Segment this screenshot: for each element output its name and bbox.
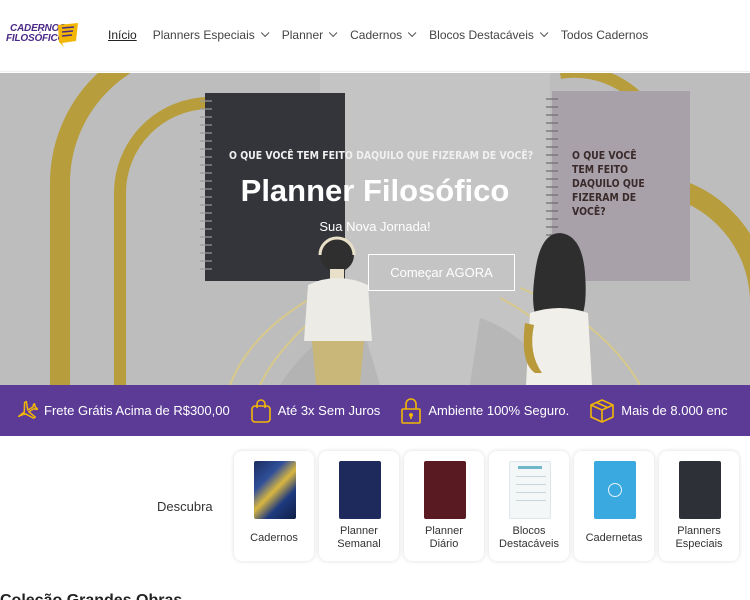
category-thumbnail [254,461,296,519]
logo[interactable]: CADERNOS FILOSÓFICOS [6,20,78,52]
notebook-left-text: O QUE VOCÊ TEM FEITO DAQUILO QUE FIZERAM… [229,149,534,162]
category-card-planner-semanal[interactable]: Planner Semanal [319,451,399,561]
main-nav: Início Planners Especiais Planner Cadern… [108,28,664,42]
book-icon [58,23,78,47]
benefit-installments: Até 3x Sem Juros [250,398,381,424]
category-carousel: Cadernos Planner Semanal Planner Diário Bl… [234,451,744,561]
category-card-planners-especiais[interactable]: Planners Especiais [659,451,739,561]
benefit-orders: Mais de 8.000 enc [589,398,727,424]
category-thumbnail [594,461,636,519]
chevron-down-icon [408,28,417,38]
category-label: Planner Semanal [337,525,381,550]
nav-item-planners-especiais[interactable]: Planners Especiais [153,28,270,42]
discover-label: Descubra [157,499,213,514]
benefits-strip: Frete Grátis Acima de R$300,00 Até 3x Se… [0,385,750,436]
category-label: Cadernos [250,532,298,544]
nav-item-cadernos[interactable]: Cadernos [350,28,417,42]
category-thumbnail [509,461,551,519]
benefit-free-shipping: Frete Grátis Acima de R$300,00 [14,399,230,423]
category-thumbnail [339,461,381,519]
box-icon [590,398,615,423]
shopping-bag-icon [250,398,271,423]
category-label: Planners Especiais [675,525,723,550]
section-heading: Coleção Grandes Obras [0,592,182,600]
benefit-text: Até 3x Sem Juros [277,403,381,418]
chevron-down-icon [260,28,270,38]
hero-title: Planner Filosófico [240,173,510,208]
nav-item-todos-cadernos[interactable]: Todos Cadernos [561,28,648,42]
category-thumbnail [424,461,466,519]
benefit-text: Mais de 8.000 enc [621,403,728,418]
benefit-secure: Ambiente 100% Seguro. [400,397,569,425]
hero-cta-button[interactable]: Começar AGORA [368,254,515,291]
category-card-cadernos[interactable]: Cadernos [234,451,314,561]
hero-subtitle: Sua Nova Jornada! [319,219,431,234]
nav-item-planner[interactable]: Planner [282,28,338,42]
benefit-text: Frete Grátis Acima de R$300,00 [44,403,230,418]
chevron-down-icon [329,28,338,38]
category-label: Planner Diário [425,525,463,550]
category-label: Cadernetas [585,532,643,544]
category-label: Blocos Destacáveis [499,525,559,550]
site-header: CADERNOS FILOSÓFICOS Início Planners Esp… [0,0,750,72]
padlock-icon [401,397,422,424]
category-card-planner-diario[interactable]: Planner Diário [404,451,484,561]
category-thumbnail [679,461,721,519]
airplane-icon [17,400,38,419]
chevron-down-icon [539,28,549,38]
category-card-blocos-destacaveis[interactable]: Blocos Destacáveis [489,451,569,561]
nav-item-blocos-destacaveis[interactable]: Blocos Destacáveis [429,28,549,42]
hero-banner: O QUE VOCÊ TEM FEITO DAQUILO QUE FIZERAM… [0,73,750,385]
benefit-text: Ambiente 100% Seguro. [428,403,570,418]
nav-item-inicio[interactable]: Início [108,28,137,42]
category-card-cadernetas[interactable]: Cadernetas [574,451,654,561]
